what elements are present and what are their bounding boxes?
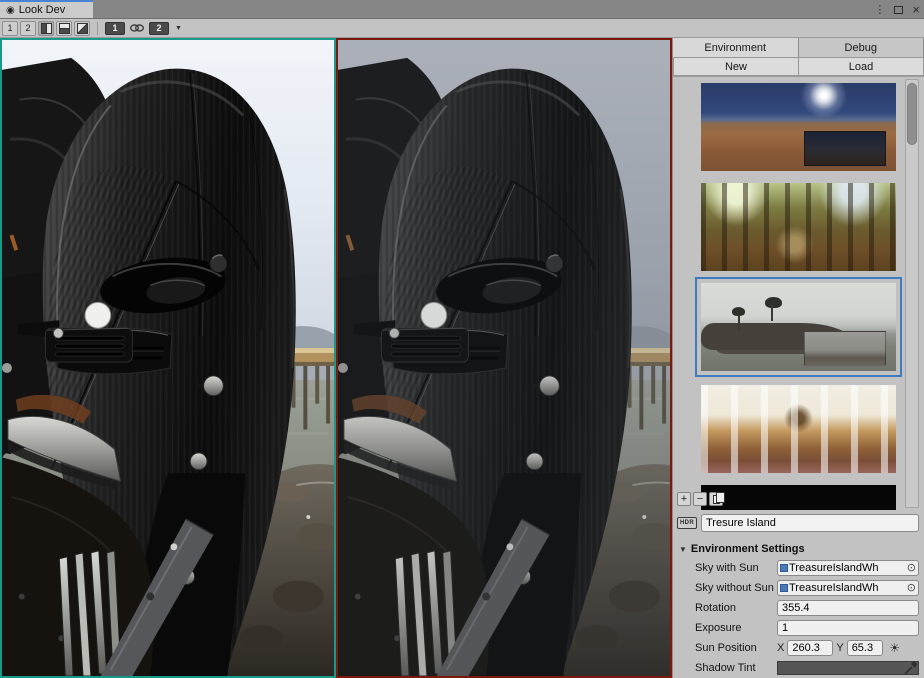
- palm-tree-icon: [765, 297, 782, 308]
- close-icon[interactable]: ×: [912, 3, 920, 16]
- sky-with-sun-label: Sky with Sun: [679, 562, 777, 574]
- environment-list-tools: + −: [677, 492, 723, 506]
- panel-tab-bar: Environment Debug: [673, 38, 924, 57]
- object-picker-icon[interactable]: ⊙: [907, 563, 916, 574]
- shadow-tint-label: Shadow Tint: [679, 662, 777, 674]
- sky-without-sun-field[interactable]: TreasureIslandWh ⊙: [777, 580, 919, 596]
- single-view-1-button[interactable]: 1: [2, 21, 18, 36]
- settings-header-label: Environment Settings: [691, 543, 805, 555]
- camera-dropdown-button[interactable]: ▼: [171, 25, 186, 32]
- sun-position-y-field[interactable]: [847, 640, 883, 656]
- shadow-tint-swatch[interactable]: [777, 661, 919, 675]
- environment-list[interactable]: + −: [673, 77, 924, 510]
- exposure-label: Exposure: [679, 622, 777, 634]
- eye-icon: ◉: [6, 5, 15, 16]
- tab-debug[interactable]: Debug: [799, 38, 924, 57]
- environment-panel: Environment Debug New Load: [672, 38, 924, 678]
- environment-settings-header[interactable]: ▼ Environment Settings: [679, 540, 919, 558]
- cubemap-icon: [780, 564, 788, 572]
- duplicate-environment-button[interactable]: [709, 492, 723, 506]
- sun-position-x-field[interactable]: [787, 640, 833, 656]
- split-vertical-button[interactable]: [38, 21, 54, 36]
- camera-1-button[interactable]: 1: [105, 22, 125, 35]
- env-inset-preview: [804, 331, 886, 366]
- camera-2-button[interactable]: 2: [149, 22, 169, 35]
- split-zone-icon: [77, 23, 88, 34]
- split-horizontal-icon: [59, 23, 70, 34]
- lookdev-window: ◉ Look Dev ⋮ × 1 2 1 2 ▼: [0, 0, 924, 678]
- maximize-icon[interactable]: [894, 6, 903, 14]
- load-button[interactable]: Load: [799, 57, 924, 76]
- env-thumbnail-forest[interactable]: [701, 183, 896, 271]
- split-zone-button[interactable]: [74, 21, 90, 36]
- tab-environment[interactable]: Environment: [673, 38, 799, 57]
- env-thumbnail-sunny-desert[interactable]: [701, 83, 896, 171]
- foldout-icon: ▼: [679, 545, 687, 554]
- rotation-label: Rotation: [679, 602, 777, 614]
- sky-without-sun-value: TreasureIslandWh: [789, 582, 907, 594]
- palm-tree-icon: [732, 307, 745, 316]
- split-horizontal-button[interactable]: [56, 21, 72, 36]
- lookdev-view-1[interactable]: [0, 38, 336, 678]
- window-title: Look Dev: [19, 4, 65, 16]
- environment-name-field[interactable]: [701, 514, 919, 532]
- sky-with-sun-field[interactable]: TreasureIslandWh ⊙: [777, 560, 919, 576]
- duplicate-icon: [713, 495, 720, 504]
- lookdev-toolbar: 1 2 1 2 ▼: [0, 19, 924, 38]
- y-axis-label: Y: [836, 642, 843, 654]
- env-thumbnail-treasure-island[interactable]: [701, 283, 896, 371]
- single-view-2-button[interactable]: 2: [20, 21, 36, 36]
- sky-without-sun-label: Sky without Sun: [679, 582, 777, 594]
- rotation-field[interactable]: [777, 600, 919, 616]
- env-thumbnail-treasure-island-selected[interactable]: [695, 277, 902, 377]
- sky-with-sun-value: TreasureIslandWh: [789, 562, 907, 574]
- object-picker-icon[interactable]: ⊙: [907, 583, 916, 594]
- scrollbar-thumb[interactable]: [907, 83, 917, 145]
- lookdev-view-2[interactable]: [336, 38, 672, 678]
- new-button[interactable]: New: [673, 57, 799, 76]
- sun-position-picker-button[interactable]: ☀: [886, 640, 904, 656]
- cubemap-icon: [780, 584, 788, 592]
- add-environment-button[interactable]: +: [677, 492, 691, 506]
- remove-environment-button[interactable]: −: [693, 492, 707, 506]
- link-icon: [130, 24, 144, 32]
- split-vertical-icon: [41, 23, 52, 34]
- tab-look-dev[interactable]: ◉ Look Dev: [0, 0, 93, 18]
- scrollbar-track[interactable]: [905, 79, 919, 508]
- sun-position-label: Sun Position: [679, 642, 777, 654]
- x-axis-label: X: [777, 642, 784, 654]
- env-inset-preview: [804, 131, 886, 166]
- window-menu-icon[interactable]: ⋮: [874, 3, 885, 16]
- hdr-badge-icon: HDR: [677, 517, 697, 529]
- title-bar: ◉ Look Dev ⋮ ×: [0, 0, 924, 19]
- exposure-field[interactable]: [777, 620, 919, 636]
- eyedropper-icon[interactable]: [903, 660, 919, 676]
- camera-link-button[interactable]: [127, 21, 147, 36]
- lookdev-viewport: [0, 38, 672, 678]
- environment-settings-section: ▼ Environment Settings Sky with Sun Trea…: [673, 536, 924, 678]
- env-thumbnail-church-interior[interactable]: [701, 385, 896, 473]
- env-thumbnail-dark-night[interactable]: [701, 485, 896, 510]
